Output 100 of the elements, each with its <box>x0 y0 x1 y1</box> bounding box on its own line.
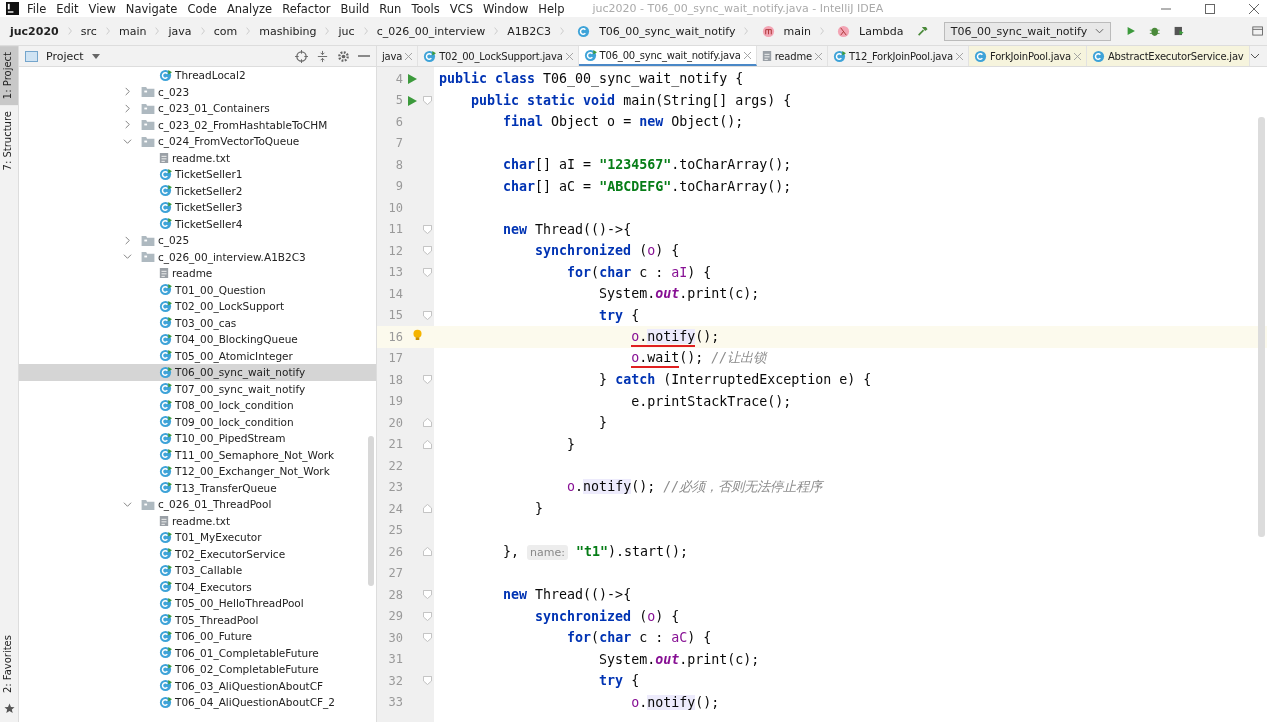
menu-item[interactable]: Navigate <box>125 1 178 16</box>
menu-item[interactable]: Build <box>340 1 370 16</box>
tree-item[interactable]: T11_00_Semaphore_Not_Work <box>19 446 376 463</box>
breadcrumb[interactable]: juc <box>338 24 355 38</box>
breadcrumb[interactable]: T06_00_sync_wait_notify <box>599 24 736 38</box>
tree-item[interactable]: T04_00_BlockingQueue <box>19 331 376 348</box>
fold-icon[interactable] <box>423 504 432 513</box>
tree-item[interactable]: T06_00_Future <box>19 628 376 645</box>
scrollbar[interactable] <box>1258 117 1265 537</box>
tree-item[interactable]: T02_ExecutorService <box>19 545 376 562</box>
tree-item[interactable]: c_026_00_interview.A1B2C3 <box>19 248 376 265</box>
tree-item[interactable]: c_023_02_FromHashtableToCHM <box>19 116 376 133</box>
menu-item[interactable]: Run <box>379 1 402 16</box>
editor-tab[interactable]: T12_ForkJoinPool.java <box>827 46 969 66</box>
chevron-right-icon[interactable] <box>123 235 132 245</box>
tree-item[interactable]: T07_00_sync_wait_notify <box>19 380 376 397</box>
menu-item[interactable]: Edit <box>56 1 79 16</box>
tree-item[interactable]: T13_TransferQueue <box>19 479 376 496</box>
tree-item[interactable]: c_023 <box>19 83 376 100</box>
collapse-icon[interactable] <box>316 49 329 63</box>
fold-icon[interactable] <box>423 611 432 621</box>
tree-item[interactable]: T05_ThreadPool <box>19 611 376 628</box>
menu-item[interactable]: VCS <box>449 1 473 16</box>
tree-item[interactable]: TicketSeller4 <box>19 215 376 232</box>
locate-icon[interactable] <box>295 49 308 63</box>
fold-icon[interactable] <box>423 95 432 105</box>
fold-icon[interactable] <box>423 224 432 234</box>
run-icon[interactable] <box>1126 25 1136 37</box>
breadcrumb[interactable]: c_026_00_interview <box>376 24 486 38</box>
fold-icon[interactable] <box>423 676 432 685</box>
tree-item[interactable]: T03_Callable <box>19 562 376 579</box>
hide-icon[interactable] <box>358 54 370 58</box>
fold-icon[interactable] <box>423 590 432 599</box>
hammer-icon[interactable] <box>917 24 929 38</box>
editor-tab[interactable]: java <box>377 46 419 66</box>
tree-item[interactable]: T06_00_sync_wait_notify <box>19 364 376 381</box>
settings-icon[interactable] <box>337 49 350 63</box>
menu-item[interactable]: Code <box>187 1 217 16</box>
run-icon[interactable] <box>407 95 417 106</box>
tree-item[interactable]: T10_00_PipedStream <box>19 430 376 447</box>
menu-item[interactable]: File <box>27 1 47 16</box>
fold-icon[interactable] <box>423 418 432 427</box>
maximize-icon[interactable] <box>1205 3 1215 14</box>
close-icon[interactable] <box>743 51 751 59</box>
menu-item[interactable]: Help <box>538 1 565 16</box>
tree-item[interactable]: T06_03_AliQuestionAboutCF <box>19 677 376 694</box>
tree-item[interactable]: TicketSeller3 <box>19 199 376 216</box>
fold-icon[interactable] <box>423 375 432 384</box>
menu-item[interactable]: Analyze <box>226 1 273 16</box>
tree-item[interactable]: readme <box>19 265 376 282</box>
tree-item[interactable]: T05_00_AtomicInteger <box>19 347 376 364</box>
fold-icon[interactable] <box>423 439 432 449</box>
menu-item[interactable]: View <box>88 1 116 16</box>
fold-icon[interactable] <box>423 267 432 277</box>
close-icon[interactable] <box>1249 3 1259 14</box>
tree-item[interactable]: T05_00_HelloThreadPool <box>19 595 376 612</box>
scrollbar[interactable] <box>368 436 374 586</box>
tree-item[interactable]: TicketSeller1 <box>19 166 376 183</box>
editor-tab[interactable]: ForkJoinPool.java <box>968 46 1087 66</box>
breadcrumb[interactable]: main <box>783 24 812 38</box>
tree-item[interactable]: T12_00_Exchanger_Not_Work <box>19 463 376 480</box>
tool-window-tab[interactable]: 2: Favorites <box>0 628 18 699</box>
tree-item[interactable]: c_023_01_Containers <box>19 100 376 117</box>
menu-item[interactable]: Tools <box>411 1 440 16</box>
tree-item[interactable]: T01_00_Question <box>19 281 376 298</box>
tree-item[interactable]: T01_MyExecutor <box>19 529 376 546</box>
tree-item[interactable]: T09_00_lock_condition <box>19 413 376 430</box>
tree-item[interactable]: c_025 <box>19 232 376 249</box>
breadcrumb[interactable]: main <box>118 24 147 38</box>
breadcrumb[interactable]: A1B2C3 <box>507 24 552 38</box>
fold-icon[interactable] <box>423 246 432 255</box>
tool-window-tab[interactable]: 1: Project <box>0 46 18 106</box>
tree-item[interactable]: T03_00_cas <box>19 314 376 331</box>
menu-item[interactable]: Refactor <box>282 1 331 16</box>
breadcrumb[interactable]: src <box>80 24 97 38</box>
fold-icon[interactable] <box>423 547 432 556</box>
breadcrumb[interactable]: java <box>168 24 192 38</box>
tree-item[interactable]: T06_04_AliQuestionAboutCF_2 <box>19 694 376 711</box>
coverage-icon[interactable] <box>1173 24 1185 38</box>
tree-item[interactable]: T04_Executors <box>19 578 376 595</box>
tree-item[interactable]: readme.txt <box>19 512 376 529</box>
tree-item[interactable]: T06_01_CompletableFuture <box>19 644 376 661</box>
editor-tab[interactable]: readme <box>756 46 828 66</box>
menu-item[interactable]: Window <box>482 1 529 16</box>
tree-item[interactable]: T06_02_CompletableFuture <box>19 661 376 678</box>
tree-item[interactable]: c_024_FromVectorToQueue <box>19 133 376 150</box>
project-view-dropdown[interactable]: Project <box>46 49 100 63</box>
editor-tab[interactable]: T02_00_LockSupport.java <box>418 46 579 66</box>
tree-item[interactable]: T08_00_lock_condition <box>19 397 376 414</box>
breadcrumb[interactable]: Lambda <box>859 24 904 38</box>
fold-icon[interactable] <box>423 310 432 320</box>
tree-item[interactable]: c_026_01_ThreadPool <box>19 496 376 513</box>
breadcrumb[interactable]: com <box>213 24 238 38</box>
window-icon[interactable] <box>1251 24 1264 38</box>
breadcrumb[interactable]: mashibing <box>259 24 317 38</box>
tree-item[interactable]: ThreadLocal2 <box>19 67 376 84</box>
star-icon[interactable] <box>3 703 15 714</box>
chevron-down-icon[interactable] <box>1249 53 1260 59</box>
run-icon[interactable] <box>407 74 417 84</box>
run-configuration-dropdown[interactable]: T06_00_sync_wait_notify <box>943 21 1112 41</box>
